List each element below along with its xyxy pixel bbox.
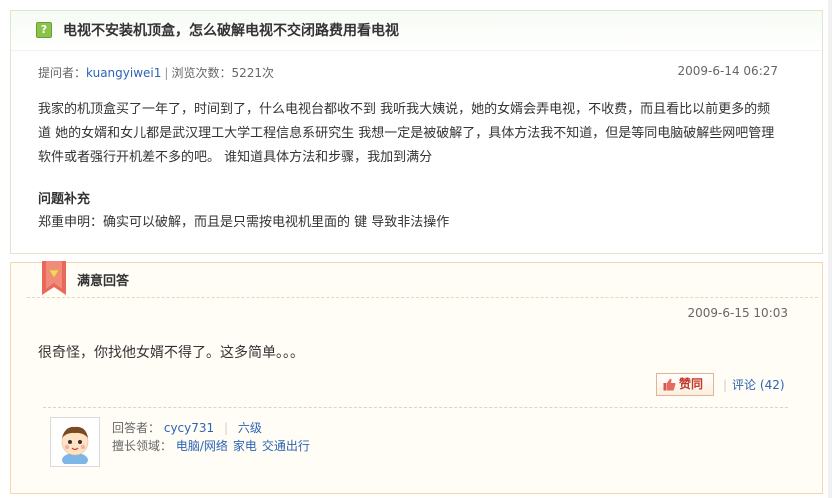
avatar[interactable] bbox=[50, 417, 100, 467]
answerer-info: 回答者： cycy731 | 六级 bbox=[112, 419, 262, 436]
answer-header-divider bbox=[27, 297, 818, 298]
question-icon: ? bbox=[36, 22, 52, 38]
best-answer-ribbon-icon bbox=[42, 261, 66, 295]
question-title: 电视不安装机顶盒，怎么破解电视不交闭路费用看电视 bbox=[63, 23, 399, 39]
like-button[interactable]: 赞同 bbox=[656, 373, 714, 396]
comment-link[interactable]: | 评论 (42) bbox=[723, 376, 785, 393]
question-meta: 提问者：kuangyiwei1 | 浏览次数：5221次 bbox=[38, 64, 274, 81]
meta-separator: | bbox=[164, 66, 169, 80]
comment-count: (42) bbox=[759, 378, 785, 392]
thumbs-up-icon bbox=[663, 378, 676, 391]
views-count: 浏览次数：5221次 bbox=[171, 66, 274, 80]
answerer-divider bbox=[43, 407, 788, 408]
answer-title: 满意回答 bbox=[77, 274, 130, 289]
avatar-face-icon bbox=[53, 420, 97, 467]
supplement-title: 问题补充 bbox=[38, 192, 91, 207]
answer-panel: 满意回答 2009-6-15 10:03 很奇怪，你找他女婿不得了。这多简单。。… bbox=[10, 261, 823, 494]
comment-separator: | bbox=[723, 378, 728, 392]
answerer-level[interactable]: 六级 bbox=[238, 421, 262, 435]
expertise-label: 擅长领域： bbox=[112, 439, 173, 453]
comment-label: 评论 bbox=[732, 378, 757, 392]
supplement-body: 郑重申明：确实可以破解，而且是只需按电视机里面的 键 导致非法操作 bbox=[38, 215, 450, 230]
expertise-link[interactable]: 家电 bbox=[233, 439, 257, 453]
asker-link[interactable]: kuangyiwei1 bbox=[86, 66, 161, 80]
asker-label: 提问者： bbox=[38, 66, 87, 80]
answerer-label: 回答者： bbox=[112, 421, 161, 435]
question-body: 我家的机顶盒买了一年了，时间到了，什么电视台都收不到 我听我大姨说，她的女婿会弄… bbox=[38, 102, 775, 165]
answer-body: 很奇怪，你找他女婿不得了。这多简单。。。 bbox=[38, 345, 304, 361]
answer-date: 2009-6-15 10:03 bbox=[687, 306, 789, 320]
expertise-link[interactable]: 电脑/网络 bbox=[176, 439, 228, 453]
scrollbar[interactable] bbox=[828, 0, 832, 498]
answerer-link[interactable]: cycy731 bbox=[164, 421, 214, 435]
expertise-link[interactable]: 交通出行 bbox=[262, 439, 310, 453]
question-panel: ? 电视不安装机顶盒，怎么破解电视不交闭路费用看电视 提问者：kuangyiwe… bbox=[10, 10, 823, 254]
like-label: 赞同 bbox=[679, 377, 704, 391]
expertise-info: 擅长领域： 电脑/网络 家电 交通出行 bbox=[112, 437, 315, 454]
answerer-separator: | bbox=[223, 421, 229, 435]
question-date: 2009-6-14 06:27 bbox=[677, 64, 779, 78]
